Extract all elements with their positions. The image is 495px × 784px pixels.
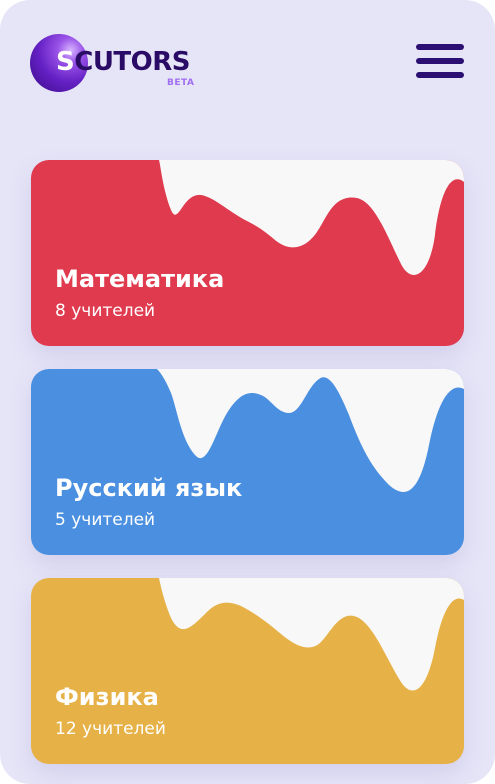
logo[interactable]: SCUTORS BETA	[30, 32, 230, 96]
teacher-count: 5 учителей	[55, 510, 156, 530]
subject-card-math[interactable]: Математика 8 учителей	[31, 160, 464, 346]
app-screen: SCUTORS BETA Математика 8 учителей Русск…	[0, 0, 495, 784]
beta-badge: BETA	[167, 78, 195, 88]
subject-card-physics[interactable]: Физика 12 учителей	[31, 578, 464, 764]
menu-bar-bottom	[416, 72, 464, 78]
menu-bar-middle	[416, 58, 464, 64]
logo-wordmark: SCUTORS	[56, 47, 191, 77]
subject-title: Русский язык	[55, 474, 243, 502]
subject-title: Физика	[55, 683, 159, 711]
menu-bar-top	[416, 44, 464, 50]
logo-letters-rest: CUTORS	[74, 47, 191, 77]
subject-title: Математика	[55, 265, 225, 293]
teacher-count: 12 учителей	[55, 719, 166, 739]
logo-letter-s: S	[56, 47, 75, 77]
subject-card-russian[interactable]: Русский язык 5 учителей	[31, 369, 464, 555]
hamburger-menu-icon[interactable]	[416, 44, 464, 80]
teacher-count: 8 учителей	[55, 301, 156, 321]
